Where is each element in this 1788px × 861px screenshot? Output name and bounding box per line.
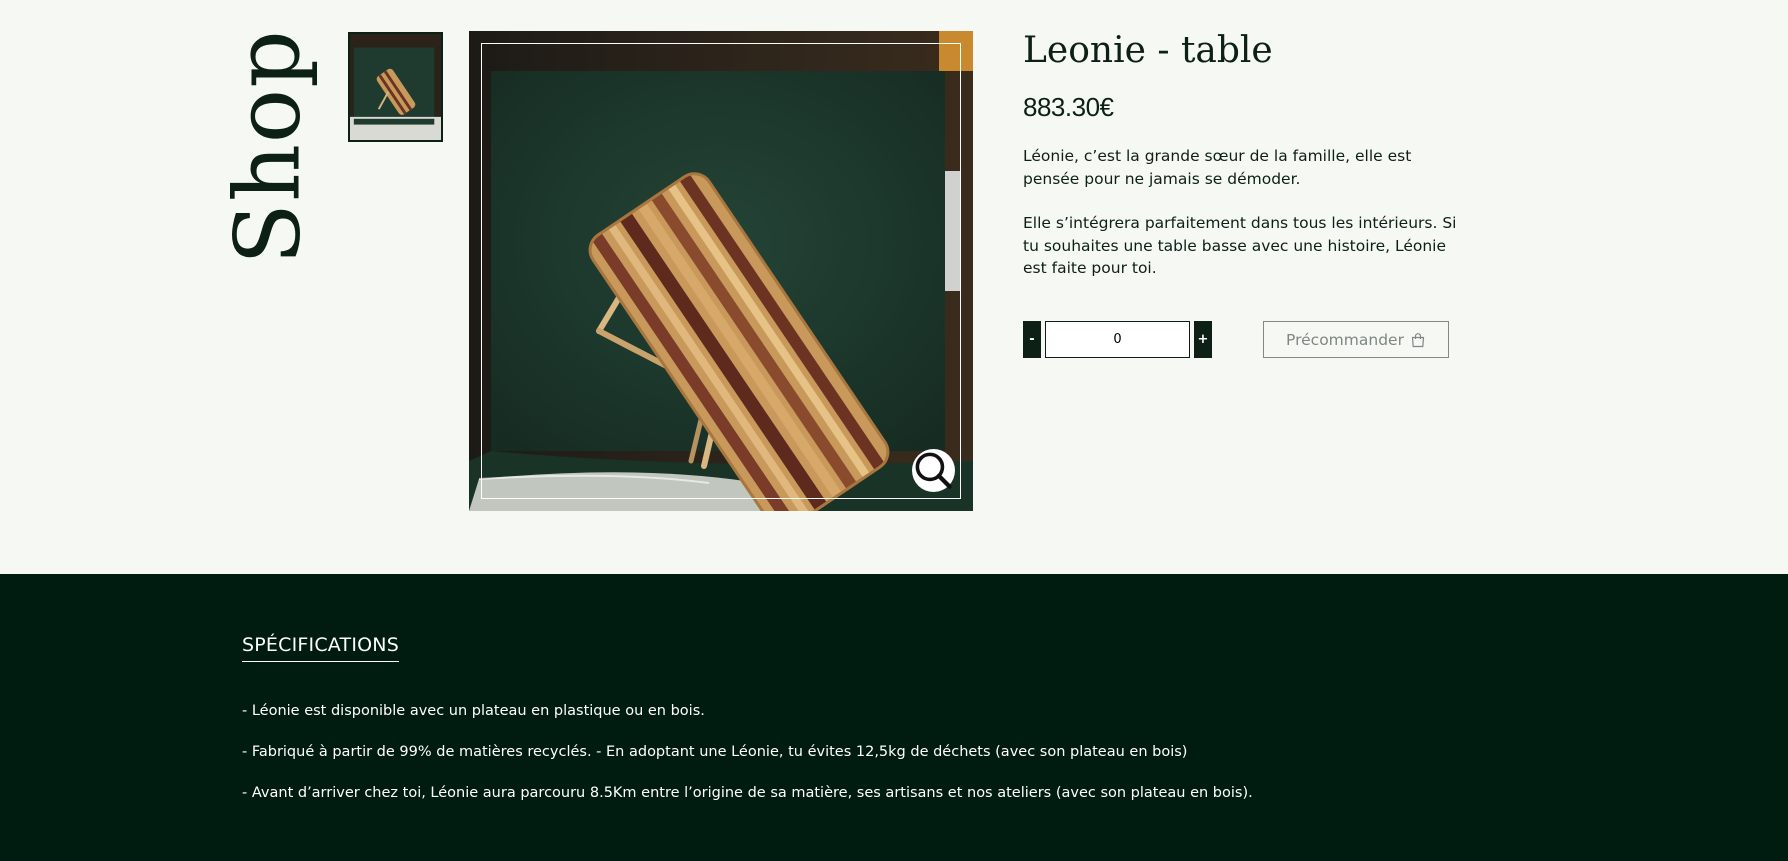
quantity-stepper: - + [1023, 321, 1212, 358]
shop-heading: Shop [216, 29, 321, 264]
specifications-heading: SPÉCIFICATIONS [242, 634, 399, 662]
shopping-bag-icon [1411, 332, 1425, 347]
decrease-quantity-button[interactable]: - [1023, 321, 1041, 358]
shop-heading-text: Shop [216, 29, 322, 265]
product-price: 883.30€ [1023, 92, 1114, 122]
zoom-button[interactable] [912, 449, 955, 492]
product-section: Shop Leonie - table 883.30€ Léonie, c’es… [0, 0, 1788, 574]
increase-quantity-button[interactable]: + [1194, 321, 1212, 358]
product-main-image[interactable] [469, 31, 973, 511]
quantity-input[interactable] [1045, 321, 1190, 358]
specification-item: - Léonie est disponible avec un plateau … [242, 703, 705, 719]
product-thumbnail[interactable] [348, 32, 443, 142]
product-description-1: Léonie, c’est la grande sœur de la famil… [1023, 147, 1412, 188]
preorder-button[interactable]: Précommander [1263, 321, 1449, 358]
specification-item: - Avant d’arriver chez toi, Léonie aura … [242, 785, 1253, 801]
thumbnail-image [350, 34, 441, 140]
product-title: Leonie - table [1023, 30, 1273, 71]
table-photo [469, 31, 973, 511]
preorder-label: Précommander [1286, 330, 1404, 349]
specifications-section: SPÉCIFICATIONS - Léonie est disponible a… [0, 574, 1788, 861]
magnifier-icon [915, 452, 952, 489]
specification-item: - Fabriqué à partir de 99% de matières r… [242, 744, 1188, 760]
product-description-2: Elle s’intégrera parfaitement dans tous … [1023, 214, 1457, 277]
